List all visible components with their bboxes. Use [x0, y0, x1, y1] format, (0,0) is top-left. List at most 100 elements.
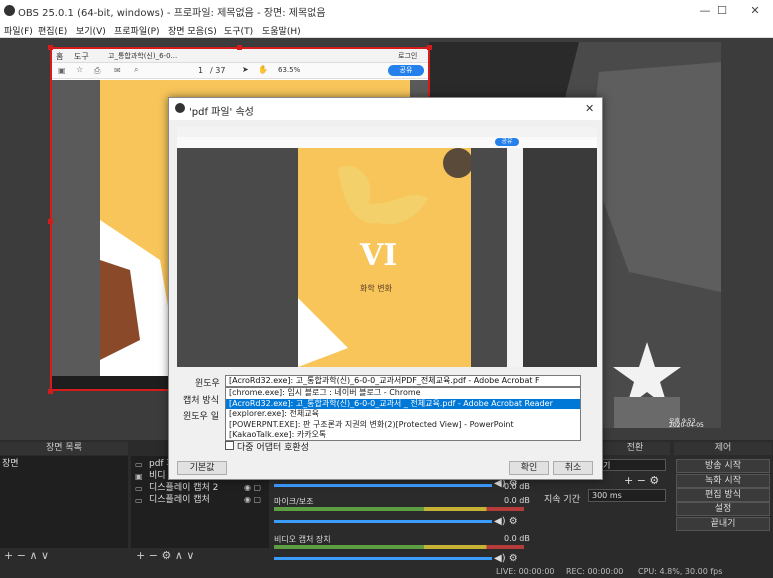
dialog-title: 'pdf 파일' 속성	[189, 107, 254, 118]
transition-select[interactable]: 기	[600, 459, 666, 471]
share-button[interactable]: 공유	[388, 65, 424, 76]
pointer-icon[interactable]: ➤	[242, 65, 249, 74]
window-option[interactable]: [KakaoTalk.exe]: 카카오톡	[226, 430, 580, 441]
window-select[interactable]: [AcroRd32.exe]: 고_통합과학(신)_6-0-0_교과서PDF_전…	[225, 375, 581, 387]
window-title: OBS 25.0.1 (64-bit, windows) - 프로파일: 제목없…	[18, 7, 326, 19]
scenes-list: 장면	[0, 456, 128, 548]
resize-handle[interactable]	[48, 389, 53, 394]
book-chapter-subtitle: 화학 변화	[360, 284, 392, 293]
reader-tab-document[interactable]: 고_통합과학(신)_6-0...	[108, 51, 177, 61]
window-option[interactable]: [explorer.exe]: 전체교육	[226, 409, 580, 420]
resize-handle[interactable]	[237, 45, 242, 50]
menu-scene-collection[interactable]: 장면 모음(S)	[168, 24, 217, 37]
maximize-button[interactable]: ☐	[705, 0, 739, 22]
start-streaming-button[interactable]: 방송 시작	[676, 459, 770, 473]
reader-toolbar: ▣ ☆ ⎙ ✉ ⌕ 1 / 37 ➤ ✋ 63.5% 공유	[52, 63, 428, 79]
menu-bar: 파일(F) 편집(E) 보기(V) 프로파일(P) 장면 모음(S) 도구(T)…	[0, 22, 773, 38]
cancel-button[interactable]: 취소	[553, 461, 593, 475]
resize-handle[interactable]	[48, 219, 53, 224]
page-number[interactable]: 1	[198, 66, 203, 75]
volume-slider[interactable]	[274, 557, 492, 560]
window-capture-icon: ▭	[135, 460, 143, 469]
inner-toolbar: 공유	[177, 137, 597, 148]
mixer-db: 0.0 dB	[504, 496, 530, 505]
add-icon[interactable]: +	[4, 549, 13, 562]
menu-help[interactable]: 도움말(H)	[262, 24, 301, 37]
mixer-channel-name: 비디오 캡처 장치	[274, 535, 331, 544]
display-icon: ▭	[135, 496, 143, 505]
audio-meter	[274, 507, 524, 511]
window-priority-label: 윈도우 일	[183, 412, 219, 422]
exit-button[interactable]: 끝내기	[676, 517, 770, 531]
obs-logo-icon	[175, 103, 185, 113]
menu-edit[interactable]: 편집(E)	[38, 24, 67, 37]
transitions-dock-header: 전환	[600, 442, 670, 455]
live-status: LIVE: 00:00:00	[496, 567, 555, 576]
dialog-preview: 공유 VI 화학 변화	[177, 127, 597, 367]
move-down-icon[interactable]: ∨	[186, 549, 194, 562]
dialog-close-button[interactable]: ✕	[585, 102, 594, 115]
studio-mode-button[interactable]: 편집 방식	[676, 488, 770, 502]
video-device-icon: ▣	[135, 472, 143, 481]
menu-view[interactable]: 보기(V)	[76, 24, 106, 37]
transition-controls[interactable]: + − ⚙	[624, 474, 659, 487]
inner-tabbar	[177, 127, 597, 137]
add-icon[interactable]: +	[136, 549, 145, 562]
menu-tools[interactable]: 도구(T)	[224, 24, 253, 37]
cpu-status: CPU: 4.8%, 30.00 fps	[638, 567, 723, 576]
inner-pdf-page: VI 화학 변화	[298, 148, 471, 367]
window-option-selected[interactable]: [AcroRd32.exe]: 고_통합과학(신)_6-0-0_교과서 _ 전체…	[226, 398, 580, 409]
source-controls: + − ⚙ ∧ ∨	[136, 549, 194, 562]
bookmark-icon[interactable]: ☆	[76, 65, 83, 74]
reader-tab-home[interactable]: 홈	[56, 51, 63, 62]
duration-input[interactable]: 300 ms	[588, 489, 666, 502]
eye-icon[interactable]: ◉ ▢	[244, 482, 261, 494]
move-up-icon[interactable]: ∧	[29, 549, 37, 562]
mail-icon[interactable]: ✉	[114, 66, 121, 75]
move-up-icon[interactable]: ∧	[175, 549, 183, 562]
menu-file[interactable]: 파일(F)	[4, 24, 33, 37]
mixer-channel-name: 마이크/보조	[274, 497, 314, 506]
reader-tabbar: 홈 도구 고_통합과학(신)_6-0... 로그인	[52, 49, 428, 63]
gear-icon[interactable]: ⚙	[161, 549, 171, 562]
remove-icon[interactable]: −	[17, 549, 26, 562]
capture-method-label: 캡처 방식	[183, 396, 219, 406]
menu-profile[interactable]: 프로파일(P)	[114, 24, 160, 37]
source-visibility: ◉ ▢ ◉ ▢	[244, 482, 261, 506]
close-button[interactable]: ✕	[738, 0, 772, 22]
scenes-dock-header: 장면 목록	[0, 442, 128, 455]
window-option[interactable]: [chrome.exe]: 임시 블로그 : 네이버 블로그 - Chrome	[226, 388, 580, 399]
remove-icon[interactable]: −	[149, 549, 158, 562]
obs-logo-icon	[4, 5, 15, 16]
speaker-icon[interactable]: ◀) ⚙	[494, 516, 518, 527]
inner-share-button: 공유	[495, 138, 519, 146]
resize-handle[interactable]	[48, 45, 53, 50]
zoom-search-icon[interactable]: ⌕	[134, 65, 138, 75]
scene-controls: + − ∧ ∨	[4, 549, 49, 562]
zoom-level[interactable]: 63.5%	[278, 66, 300, 74]
start-recording-button[interactable]: 녹화 시작	[676, 474, 770, 488]
window-option[interactable]: [POWERPNT.EXE]: 판 구조론과 지권의 변화(2)[Protect…	[226, 420, 580, 431]
title-bar: OBS 25.0.1 (64-bit, windows) - 프로파일: 제목없…	[0, 0, 773, 22]
volume-slider[interactable]	[274, 520, 492, 523]
inner-side-toolbar	[507, 148, 523, 367]
speaker-icon[interactable]: ◀) ⚙	[494, 553, 518, 564]
defaults-button[interactable]: 기본값	[177, 461, 227, 475]
reader-tab-tools[interactable]: 도구	[74, 51, 89, 62]
print-icon[interactable]: ⎙	[94, 66, 100, 76]
scene-item[interactable]: 장면	[0, 456, 128, 469]
compat-checkbox[interactable]	[225, 441, 234, 450]
settings-button[interactable]: 설정	[676, 502, 770, 516]
audio-meter	[274, 545, 524, 549]
hand-icon[interactable]: ✋	[258, 65, 268, 74]
resize-handle[interactable]	[427, 45, 432, 50]
eye-icon[interactable]: ◉ ▢	[244, 494, 261, 506]
mixer-db: 0.0 dB	[504, 534, 530, 543]
login-link[interactable]: 로그인	[398, 51, 417, 61]
properties-dialog: 'pdf 파일' 속성 ✕ 공유 VI 화학 변화 윈도우 캡처 방식 윈도우 …	[168, 97, 603, 480]
duration-label: 지속 기간	[544, 495, 580, 505]
move-down-icon[interactable]: ∨	[41, 549, 49, 562]
save-icon[interactable]: ▣	[58, 66, 66, 75]
volume-slider[interactable]	[274, 484, 492, 487]
ok-button[interactable]: 확인	[509, 461, 549, 475]
